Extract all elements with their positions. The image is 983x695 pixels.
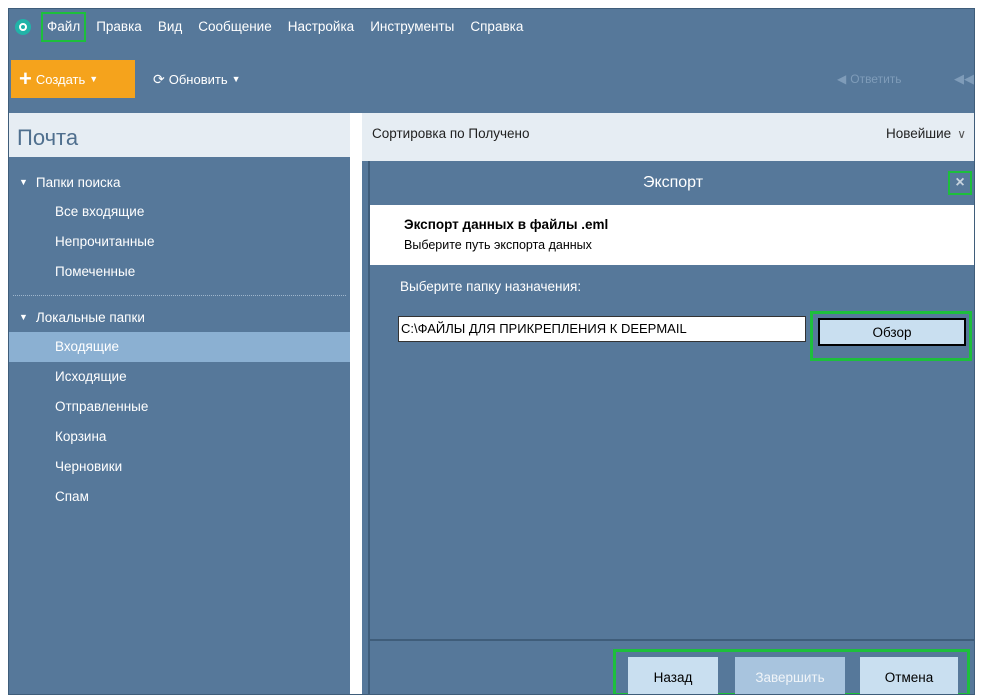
sort-by-label[interactable]: Сортировка по Получено [372, 126, 529, 141]
sidebar-item-drafts[interactable]: Черновики [9, 452, 350, 482]
plus-icon: + [19, 66, 32, 91]
list-header-strip [362, 153, 974, 161]
dialog-header: Экспорт данных в файлы .eml Выберите пут… [370, 205, 974, 265]
dialog-title-bar: Экспорт × [370, 161, 974, 205]
sidebar-divider [13, 295, 346, 296]
refresh-icon: ⟳ [153, 70, 165, 87]
reply-all-icon: ◀◀ [954, 71, 974, 86]
chevron-down-icon: ▼ [231, 74, 241, 84]
sidebar: Почта ▼ Папки поиска Все входящие Непроч… [9, 113, 350, 694]
sidebar-item-flagged[interactable]: Помеченные [9, 257, 350, 287]
panel-splitter[interactable] [350, 113, 362, 694]
sidebar-title: Почта [9, 113, 350, 157]
menu-settings[interactable]: Настройка [282, 12, 360, 42]
collapse-triangle-icon: ▼ [19, 312, 28, 322]
toolbar: + Создать ▼ ⟳ Обновить ▼ ◀ Ответить ◀◀ [9, 60, 974, 100]
create-button[interactable]: + Создать ▼ [11, 60, 135, 98]
browse-button[interactable]: Обзор [818, 318, 966, 346]
sort-order-label: Новейшие [885, 125, 952, 141]
dialog-footer-divider [370, 639, 974, 641]
sort-bar: Сортировка по Получено Новейшие ∨ [362, 113, 974, 153]
collapse-triangle-icon: ▼ [19, 177, 28, 187]
chevron-down-icon: ∨ [957, 126, 966, 141]
sidebar-section-search-folders[interactable]: ▼ Папки поиска [9, 167, 350, 197]
chevron-down-icon: ▼ [89, 74, 99, 84]
sort-order-dropdown[interactable]: Новейшие ∨ [886, 126, 966, 141]
destination-folder-label: Выберите папку назначения: [400, 279, 582, 294]
dialog-title: Экспорт [642, 174, 704, 191]
menu-tools[interactable]: Инструменты [364, 12, 460, 42]
app-logo-icon [15, 19, 31, 35]
sidebar-item-spam[interactable]: Спам [9, 482, 350, 512]
sidebar-item-all-inbox[interactable]: Все входящие [9, 197, 350, 227]
menu-view[interactable]: Вид [152, 12, 188, 42]
sidebar-item-outbox[interactable]: Исходящие [9, 362, 350, 392]
sidebar-item-unread[interactable]: Непрочитанные [9, 227, 350, 257]
cancel-button[interactable]: Отмена [860, 657, 958, 694]
dialog-subheading: Выберите путь экспорта данных [404, 238, 592, 252]
mail-app-window: Файл Правка Вид Сообщение Настройка Инст… [8, 8, 975, 695]
sidebar-item-trash[interactable]: Корзина [9, 422, 350, 452]
reply-all-button[interactable]: ◀◀ [954, 60, 974, 98]
export-dialog: Экспорт × Экспорт данных в файлы .eml Вы… [368, 161, 974, 694]
menu-edit[interactable]: Правка [90, 12, 148, 42]
section-label: Папки поиска [35, 174, 121, 190]
reply-icon: ◀ [837, 72, 847, 86]
section-label: Локальные папки [35, 309, 145, 325]
sidebar-item-inbox[interactable]: Входящие [9, 332, 350, 362]
sidebar-section-local-folders[interactable]: ▼ Локальные папки [9, 302, 350, 332]
refresh-button[interactable]: ⟳ Обновить ▼ [153, 60, 241, 98]
menu-bar: Файл Правка Вид Сообщение Настройка Инст… [9, 9, 974, 45]
create-button-label: Создать [35, 71, 86, 87]
reply-button-label: Ответить [850, 72, 902, 86]
destination-path-field[interactable]: C:\ФАЙЛЫ ДЛЯ ПРИКРЕПЛЕНИЯ К DEEPMAIL [398, 316, 806, 342]
reply-button[interactable]: ◀ Ответить [837, 60, 902, 98]
menu-help[interactable]: Справка [464, 12, 529, 42]
menu-message[interactable]: Сообщение [192, 12, 277, 42]
back-button[interactable]: Назад [628, 657, 718, 694]
finish-button[interactable]: Завершить [735, 657, 845, 694]
dialog-heading: Экспорт данных в файлы .eml [404, 217, 609, 232]
close-icon[interactable]: × [948, 171, 972, 195]
menu-file[interactable]: Файл [41, 12, 87, 42]
refresh-button-label: Обновить [168, 71, 228, 87]
sidebar-item-sent[interactable]: Отправленные [9, 392, 350, 422]
